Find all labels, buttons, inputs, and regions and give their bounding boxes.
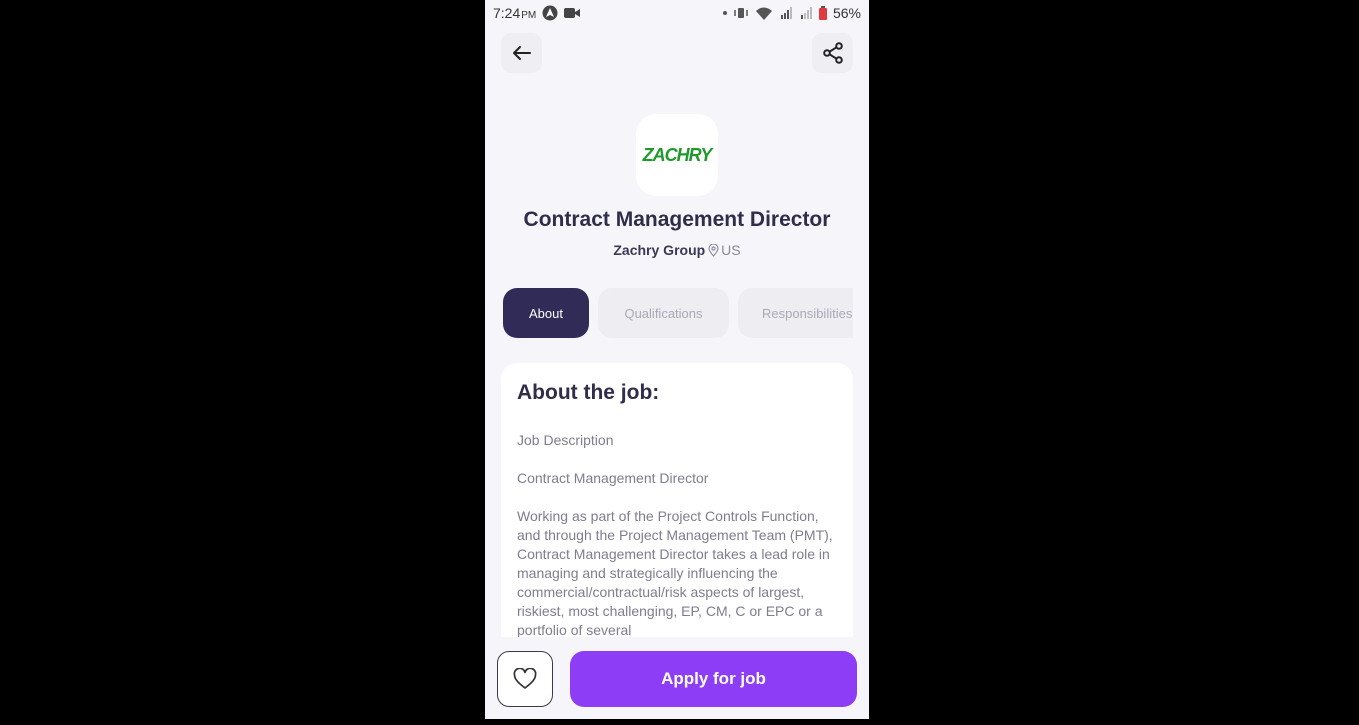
company-row: Zachry Group US <box>485 242 869 258</box>
share-button[interactable] <box>812 33 853 73</box>
bottom-action-bar: Apply for job <box>485 637 869 719</box>
vibrate-icon <box>733 7 749 19</box>
status-left: 7:24PM <box>493 5 581 21</box>
wifi-icon <box>755 7 773 20</box>
battery-icon <box>818 6 827 20</box>
location-text: US <box>721 242 741 258</box>
favorite-button[interactable] <box>497 651 553 707</box>
status-time-value: 7:24 <box>493 5 521 21</box>
notification-dot-icon <box>722 11 727 15</box>
back-button[interactable] <box>501 33 542 73</box>
about-paragraph: Job Description <box>517 432 614 448</box>
tab-about[interactable]: About <box>503 288 589 338</box>
heart-icon <box>513 668 537 689</box>
video-camera-icon <box>564 6 581 20</box>
navigation-app-icon <box>542 5 558 21</box>
company-logo: ZACHRY <box>636 114 718 196</box>
about-paragraph: Working as part of the Project Controls … <box>517 508 833 638</box>
about-paragraph: Contract Management Director <box>517 470 709 486</box>
tab-responsibilities[interactable]: Responsibilities <box>738 288 853 338</box>
arrow-left-icon <box>512 46 531 60</box>
about-card: About the job: Job Description Contract … <box>501 363 853 663</box>
job-tabs: About Qualifications Responsibilities <box>503 288 853 338</box>
apply-button[interactable]: Apply for job <box>570 651 857 707</box>
signal-1-icon <box>779 7 793 19</box>
status-right: 56% <box>722 5 861 21</box>
location-pin-icon <box>708 243 719 257</box>
tab-qualifications[interactable]: Qualifications <box>598 288 729 338</box>
location: US <box>708 242 741 258</box>
status-time: 7:24PM <box>493 5 536 21</box>
about-heading: About the job: <box>517 381 660 404</box>
status-ampm: PM <box>521 10 537 21</box>
company-logo-text: ZACHRY <box>642 144 713 165</box>
signal-2-icon <box>799 7 813 19</box>
job-title: Contract Management Director <box>523 208 831 231</box>
status-bar: 7:24PM 56% <box>485 0 869 26</box>
phone-screen: 7:24PM 56% ZACHRY Contract Management Di… <box>485 0 869 719</box>
company-name: Zachry Group <box>613 242 706 258</box>
battery-level: 56% <box>832 5 861 21</box>
share-icon <box>822 42 843 64</box>
